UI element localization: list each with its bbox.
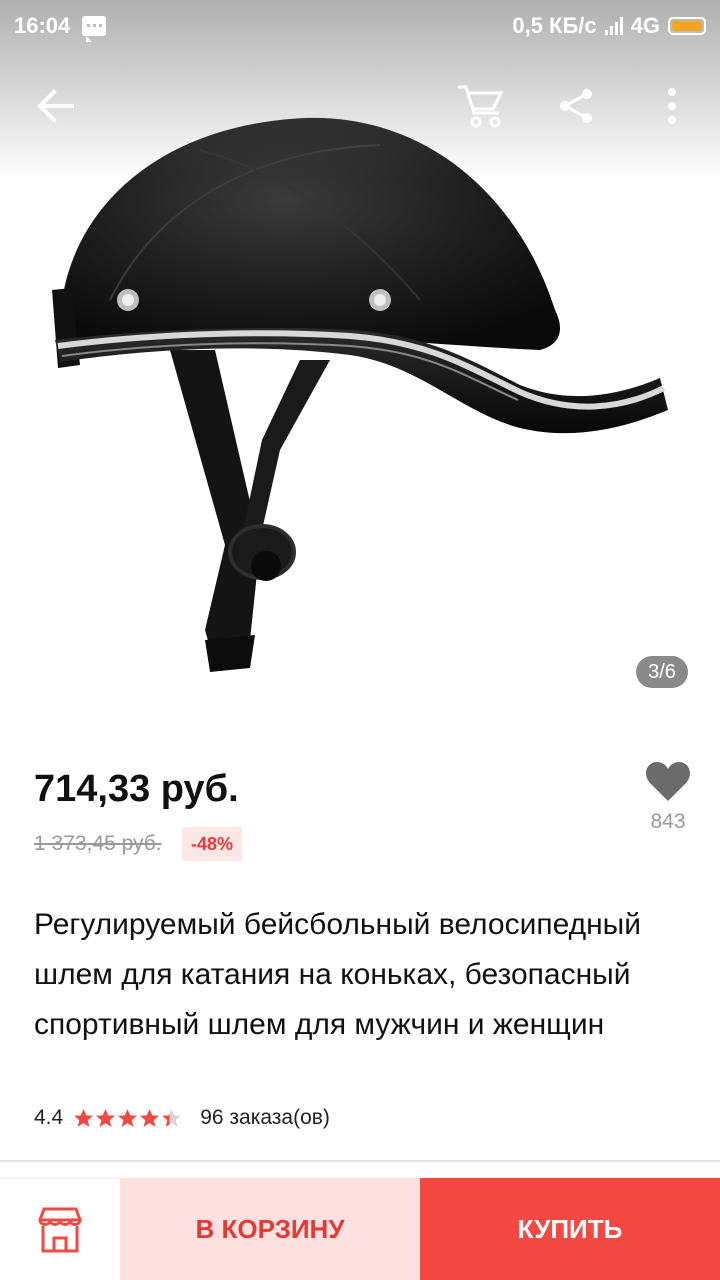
signal-icon xyxy=(604,17,623,35)
share-button[interactable] xyxy=(546,74,606,138)
wishlist-count: 843 xyxy=(650,810,686,833)
orders-count: 96 заказа(ов) xyxy=(200,1106,330,1129)
top-toolbar xyxy=(0,60,720,152)
rating-stars xyxy=(73,1108,182,1128)
rating-row[interactable]: 4.4 96 заказа(ов) xyxy=(34,1106,330,1130)
cart-icon xyxy=(458,85,504,128)
bottom-action-bar: В КОРЗИНУ КУПИТЬ xyxy=(0,1178,720,1280)
star-icon xyxy=(96,1109,116,1127)
discount-badge: -48% xyxy=(182,827,243,861)
cart-button[interactable] xyxy=(450,74,510,138)
divider xyxy=(0,1160,720,1162)
star-icon xyxy=(118,1109,138,1127)
status-time: 16:04 xyxy=(14,13,71,38)
buy-button[interactable]: КУПИТЬ xyxy=(420,1178,720,1280)
network-speed: 0,5 КБ/с xyxy=(512,13,597,38)
back-button[interactable] xyxy=(26,74,86,138)
wishlist-button[interactable]: 843 xyxy=(636,760,700,850)
message-icon xyxy=(82,16,107,42)
star-icon xyxy=(74,1109,94,1127)
status-bar: 16:04 0,5 КБ/с 4G xyxy=(0,0,720,52)
add-to-cart-button[interactable]: В КОРЗИНУ xyxy=(120,1178,420,1280)
more-button[interactable] xyxy=(642,74,702,138)
network-type: 4G xyxy=(630,13,660,38)
image-counter: 3/6 xyxy=(636,656,688,688)
store-button[interactable] xyxy=(0,1178,120,1280)
back-arrow-icon xyxy=(37,89,74,123)
star-icon xyxy=(140,1109,160,1127)
share-icon xyxy=(560,89,592,123)
heart-icon xyxy=(646,762,690,801)
star-icon xyxy=(162,1109,182,1127)
more-vertical-icon xyxy=(668,88,676,124)
product-title: Регулируемый бейсбольный велосипедный шл… xyxy=(34,908,641,1041)
store-icon xyxy=(38,1207,82,1252)
old-price: 1 373,45 руб. xyxy=(34,832,162,855)
rating-value: 4.4 xyxy=(34,1106,64,1129)
product-price: 714,33 руб. xyxy=(34,768,239,810)
battery-icon xyxy=(668,17,706,35)
